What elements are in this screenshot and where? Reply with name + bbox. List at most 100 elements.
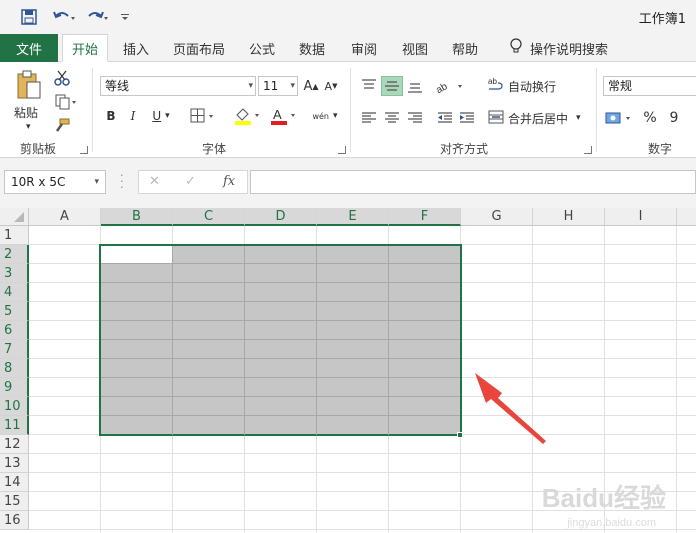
comma-style-button[interactable]: 9	[664, 108, 684, 128]
clipboard-launcher-icon[interactable]	[80, 146, 88, 154]
wrap-text-button[interactable]: ab 自动换行	[488, 76, 560, 96]
cut-icon[interactable]	[52, 68, 72, 88]
row-header-9[interactable]: 9	[0, 378, 29, 397]
undo-icon[interactable]	[50, 8, 78, 26]
enter-icon[interactable]: ✓	[185, 174, 196, 189]
column-header-A[interactable]: A	[29, 208, 101, 226]
selection-gridline	[172, 246, 173, 435]
row-header-11[interactable]: 11	[0, 416, 29, 435]
row-header-12[interactable]: 12	[0, 435, 29, 454]
align-bottom-icon[interactable]	[404, 76, 426, 96]
row-header-3[interactable]: 3	[0, 264, 29, 283]
wrap-text-label: 自动换行	[508, 79, 557, 94]
row-header-14[interactable]: 14	[0, 473, 29, 492]
selection-gridline	[101, 358, 460, 359]
increase-indent-icon[interactable]	[456, 108, 478, 128]
tab-home[interactable]: 开始	[62, 34, 108, 62]
accounting-format-button[interactable]	[603, 108, 637, 128]
align-top-icon[interactable]	[358, 76, 380, 96]
decrease-indent-icon[interactable]	[434, 108, 456, 128]
row-header-8[interactable]: 8	[0, 359, 29, 378]
more-options-icon[interactable]: · · ·	[120, 170, 124, 193]
fill-color-button[interactable]	[232, 106, 264, 126]
font-name-combo[interactable]: 等线 ▾	[100, 76, 256, 96]
row-header-15[interactable]: 15	[0, 492, 29, 511]
row-header-1[interactable]: 1	[0, 226, 29, 245]
insert-function-button[interactable]: fx	[223, 174, 235, 189]
group-separator	[92, 68, 93, 152]
column-header-B[interactable]: B	[101, 208, 173, 226]
fill-handle[interactable]	[457, 432, 463, 438]
cancel-icon[interactable]: ✕	[149, 174, 160, 189]
row-header-7[interactable]: 7	[0, 340, 29, 359]
align-left-icon[interactable]	[358, 108, 380, 128]
row-header-5[interactable]: 5	[0, 302, 29, 321]
row-header-13[interactable]: 13	[0, 454, 29, 473]
underline-button[interactable]: U ▾	[146, 106, 176, 126]
watermark-logo: Baidu经验	[541, 483, 666, 513]
column-header-D[interactable]: D	[245, 208, 317, 226]
tab-view[interactable]: 视图	[397, 34, 433, 62]
tab-formulas[interactable]: 公式	[244, 34, 280, 62]
copy-icon[interactable]	[52, 92, 82, 112]
font-size-combo[interactable]: 11 ▾	[258, 76, 298, 96]
tab-file[interactable]: 文件	[0, 34, 58, 62]
font-color-button[interactable]: A	[268, 106, 300, 126]
align-right-icon[interactable]	[404, 108, 426, 128]
gridline	[676, 226, 677, 533]
column-header-C[interactable]: C	[173, 208, 245, 226]
row-header-10[interactable]: 10	[0, 397, 29, 416]
select-all-button[interactable]	[0, 208, 29, 226]
borders-button[interactable]	[188, 106, 220, 126]
name-box-value: 10R x 5C	[11, 175, 66, 189]
row-header-6[interactable]: 6	[0, 321, 29, 340]
merge-center-button[interactable]: 合并后居中 ▾	[488, 108, 588, 128]
italic-button[interactable]: I	[124, 106, 142, 126]
shrink-font-button[interactable]: A ▼	[322, 76, 340, 96]
font-size-value: 11	[263, 79, 279, 93]
tell-me-search[interactable]: 操作说明搜索	[504, 34, 614, 62]
percent-style-button[interactable]: %	[640, 108, 660, 128]
tab-review[interactable]: 审阅	[346, 34, 382, 62]
column-header-G[interactable]: G	[461, 208, 533, 226]
chevron-down-icon: ▾	[94, 177, 99, 187]
phonetic-button[interactable]: wén ▾	[308, 106, 342, 126]
group-separator	[350, 68, 351, 152]
align-middle-icon[interactable]	[381, 76, 403, 96]
column-header-I[interactable]: I	[605, 208, 677, 226]
orientation-icon[interactable]: ab	[434, 76, 468, 96]
row-header-16[interactable]: 16	[0, 511, 29, 530]
column-header-F[interactable]: F	[389, 208, 461, 226]
chevron-down-icon: ▾	[248, 81, 253, 91]
formula-input[interactable]	[250, 170, 696, 194]
watermark-url: jingyan.baidu.com	[567, 517, 656, 529]
customize-icon[interactable]	[118, 8, 132, 26]
bold-button[interactable]: B	[102, 106, 120, 126]
merge-center-icon	[488, 109, 504, 128]
tab-page-layout[interactable]: 页面布局	[168, 34, 230, 62]
number-group-label: 数字	[648, 142, 673, 156]
save-icon[interactable]	[18, 8, 40, 26]
format-painter-icon[interactable]	[52, 116, 72, 136]
number-format-combo[interactable]: 常规	[603, 76, 696, 96]
column-header-E[interactable]: E	[317, 208, 389, 226]
align-center-icon[interactable]	[381, 108, 403, 128]
row-header-2[interactable]: 2	[0, 245, 29, 264]
grow-font-button[interactable]: A ▲	[302, 76, 320, 96]
row-header-4[interactable]: 4	[0, 283, 29, 302]
redo-icon[interactable]	[84, 8, 112, 26]
tab-help[interactable]: 帮助	[447, 34, 483, 62]
worksheet-grid[interactable]: A B C D E F G H I 1 2 3 4 5 6 7 8 9 10 1…	[0, 208, 696, 533]
selection-gridline	[101, 415, 460, 416]
tab-data[interactable]: 数据	[294, 34, 330, 62]
column-header-H[interactable]: H	[533, 208, 605, 226]
active-cell-B2[interactable]	[101, 246, 172, 263]
tab-insert[interactable]: 插入	[116, 34, 156, 62]
font-launcher-icon[interactable]	[338, 146, 346, 154]
selection-gridline	[101, 263, 460, 264]
selected-range[interactable]	[99, 244, 462, 436]
alignment-launcher-icon[interactable]	[584, 146, 592, 154]
name-box[interactable]: 10R x 5C ▾	[4, 170, 106, 194]
title-bar: 工作簿1	[0, 0, 696, 34]
paste-button[interactable]: 粘贴 ▾	[10, 68, 50, 134]
